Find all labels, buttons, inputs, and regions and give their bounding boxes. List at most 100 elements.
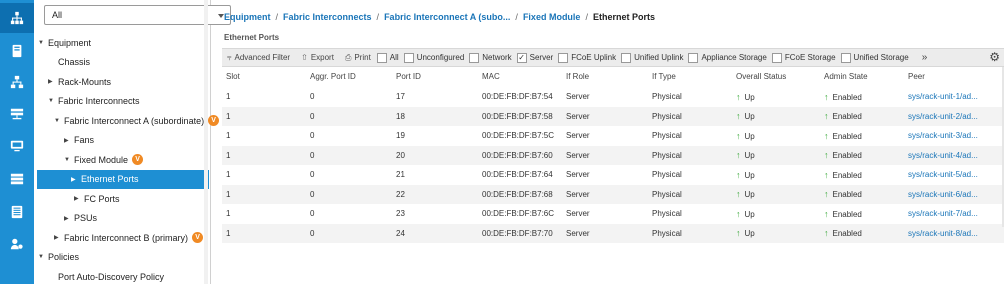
peer-link[interactable]: sys/rack-unit-3/ad... <box>908 131 998 140</box>
checkbox-icon[interactable] <box>840 52 851 63</box>
table-row[interactable]: 1 0 22 00:DE:FB:DF:B7:68 Server Physical ↑ Up ↑ E… <box>222 184 1004 204</box>
filter-checkbox[interactable]: Unconfigured <box>403 52 464 63</box>
column-header[interactable]: If Role <box>566 72 589 81</box>
status-up-icon: ↑ <box>736 228 741 238</box>
tree-item[interactable]: ▼ Policies <box>38 248 79 267</box>
nav-filter-select[interactable]: All <box>44 5 231 25</box>
column-header[interactable]: Aggr. Port ID <box>310 72 356 81</box>
table-cell: 1 <box>226 111 231 121</box>
chassis-nav-icon[interactable] <box>0 197 34 227</box>
column-header[interactable]: If Type <box>652 72 676 81</box>
table-row[interactable]: 1 0 24 00:DE:FB:DF:B7:70 Server Physical ↑ Up ↑ E… <box>222 223 1004 243</box>
tree-item[interactable]: ▶ Fans <box>64 131 94 150</box>
nav-scrollbar[interactable] <box>204 0 208 284</box>
table-scrollbar[interactable] <box>1002 67 1004 227</box>
print-button[interactable]: ⎙ Print <box>345 53 371 63</box>
tree-item-label: FC Ports <box>84 193 120 204</box>
tree-item[interactable]: ▼ Fabric Interconnect A (subordinate) V <box>54 111 220 130</box>
breadcrumb-fabric-interconnects[interactable]: Fabric Interconnects <box>283 12 372 22</box>
caret-right-icon[interactable]: ▶ <box>71 176 81 183</box>
checkbox-icon[interactable] <box>376 52 387 63</box>
column-header[interactable]: Admin State <box>824 72 868 81</box>
table-cell: 21 <box>396 170 405 179</box>
tree-item[interactable]: ▶ Fabric Interconnect B (primary) V <box>54 228 204 247</box>
caret-down-icon[interactable]: ▼ <box>38 254 48 260</box>
table-cell: ↑ Up <box>736 150 755 160</box>
tree-item[interactable]: ▼ Fabric Interconnects <box>48 92 140 111</box>
checkbox-icon[interactable] <box>403 52 414 63</box>
checkbox-icon[interactable] <box>469 52 480 63</box>
table-cell: 00:DE:FB:DF:B7:60 <box>482 150 553 160</box>
more-filters-icon[interactable]: » <box>922 52 928 63</box>
fault-badge-icon[interactable]: V <box>192 232 204 243</box>
caret-right-icon[interactable]: ▶ <box>54 234 64 241</box>
gear-icon[interactable]: ⚙ <box>989 50 1000 64</box>
filter-checkbox[interactable]: All <box>376 52 399 63</box>
fault-badge-icon[interactable]: V <box>132 154 144 165</box>
peer-link[interactable]: sys/rack-unit-6/ad... <box>908 190 998 199</box>
checkbox-checked-icon[interactable]: ✓ <box>516 52 527 63</box>
filter-checkbox[interactable]: Network <box>469 52 512 63</box>
export-button[interactable]: ⇧ Export <box>301 53 334 62</box>
tree-item[interactable]: Chassis <box>48 53 90 72</box>
equipment-nav-icon[interactable] <box>0 3 34 33</box>
peer-link[interactable]: sys/rack-unit-2/ad... <box>908 112 998 121</box>
advanced-filter-button[interactable]: ⫧ Advanced Filter <box>227 53 290 63</box>
tree-item[interactable]: ▶ Rack-Mounts <box>48 72 111 91</box>
status-text: Up <box>744 92 755 102</box>
peer-link[interactable]: sys/rack-unit-8/ad... <box>908 229 998 238</box>
filter-checkbox[interactable]: Appliance Storage <box>688 52 767 63</box>
checkbox-icon[interactable] <box>621 52 632 63</box>
caret-down-icon[interactable]: ▼ <box>64 157 74 163</box>
table-row[interactable]: 1 0 19 00:DE:FB:DF:B7:5C Server Physical ↑ Up ↑ E… <box>222 126 1004 145</box>
peer-link[interactable]: sys/rack-unit-5/ad... <box>908 170 998 179</box>
caret-right-icon[interactable]: ▶ <box>48 78 58 85</box>
filter-checkbox[interactable]: FCoE Storage <box>771 52 836 63</box>
servers-nav-icon[interactable] <box>0 36 34 66</box>
breadcrumb-fabric-interconnect-a[interactable]: Fabric Interconnect A (subo... <box>384 12 510 22</box>
caret-down-icon[interactable]: ▼ <box>54 118 64 124</box>
caret-down-icon[interactable]: ▼ <box>48 98 58 104</box>
peer-link[interactable]: sys/rack-unit-4/ad... <box>908 151 998 160</box>
tree-item[interactable]: ▼ Equipment <box>38 33 91 52</box>
admin-nav-icon[interactable] <box>0 229 34 259</box>
peer-link[interactable]: sys/rack-unit-1/ad... <box>908 92 998 101</box>
column-header[interactable]: Port ID <box>396 72 421 81</box>
caret-right-icon[interactable]: ▶ <box>64 137 74 144</box>
column-header[interactable]: Slot <box>226 72 240 81</box>
tree-item[interactable]: Port Auto-Discovery Policy <box>48 267 164 284</box>
table-row[interactable]: 1 0 23 00:DE:FB:DF:B7:6C Server Physical ↑ Up ↑ E… <box>222 204 1004 223</box>
caret-right-icon[interactable]: ▶ <box>64 215 74 222</box>
table-cell: ↑ Enabled <box>824 189 862 199</box>
storage-nav-icon[interactable] <box>0 164 34 194</box>
breadcrumb-fixed-module[interactable]: Fixed Module <box>523 12 581 22</box>
filter-checkbox[interactable]: ✓ Server <box>516 52 553 63</box>
filter-checkbox[interactable]: Unified Storage <box>840 52 909 63</box>
checkbox-icon[interactable] <box>558 52 569 63</box>
tree-item[interactable]: ▶ FC Ports <box>74 189 120 208</box>
filter-checkbox[interactable]: FCoE Uplink <box>558 52 616 63</box>
table-row[interactable]: 1 0 20 00:DE:FB:DF:B7:60 Server Physical ↑ Up ↑ E… <box>222 145 1004 165</box>
san-nav-icon[interactable] <box>0 99 34 129</box>
tree-item[interactable]: ▶ PSUs <box>64 209 97 228</box>
breadcrumb-equipment[interactable]: Equipment <box>224 12 271 22</box>
table-cell: Server <box>566 150 590 160</box>
vm-nav-icon[interactable] <box>0 131 34 161</box>
column-header[interactable]: Overall Status <box>736 72 786 81</box>
caret-down-icon[interactable]: ▼ <box>38 40 48 46</box>
table-row[interactable]: 1 0 21 00:DE:FB:DF:B7:64 Server Physical ↑ Up ↑ E… <box>222 165 1004 184</box>
table-row[interactable]: 1 0 18 00:DE:FB:DF:B7:58 Server Physical ↑ Up ↑ E… <box>222 106 1004 126</box>
filter-checkbox[interactable]: Unified Uplink <box>621 52 683 63</box>
checkbox-icon[interactable] <box>688 52 699 63</box>
column-header[interactable]: MAC <box>482 72 500 81</box>
column-header[interactable]: Peer <box>908 72 925 81</box>
checkbox-icon[interactable] <box>771 52 782 63</box>
table-row[interactable]: 1 0 17 00:DE:FB:DF:B7:54 Server Physical ↑ Up ↑ E… <box>222 87 1004 106</box>
table-cell: Physical <box>652 170 682 179</box>
table-cell: ↑ Enabled <box>824 228 862 238</box>
network-nav-icon[interactable] <box>0 67 34 97</box>
peer-link[interactable]: sys/rack-unit-7/ad... <box>908 209 998 218</box>
tree-item[interactable]: ▼ Fixed Module V <box>64 150 144 169</box>
tree-item[interactable]: ▶ Ethernet Ports <box>37 169 209 189</box>
caret-right-icon[interactable]: ▶ <box>74 195 84 202</box>
